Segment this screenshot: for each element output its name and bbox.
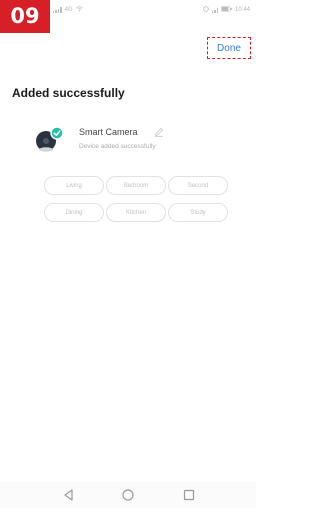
room-chip-label: Living	[66, 182, 82, 189]
step-badge: 09	[0, 0, 50, 33]
status-right: 10:44	[203, 6, 250, 14]
page-title: Added successfully	[12, 86, 125, 100]
home-icon[interactable]	[121, 488, 135, 502]
cell-signal-icon	[211, 7, 218, 13]
battery-icon	[220, 6, 232, 14]
room-chip-label: Dining	[65, 209, 83, 216]
room-chip-second[interactable]: Second	[168, 176, 228, 195]
recents-icon[interactable]	[182, 488, 196, 502]
device-name: Smart Camera	[79, 127, 138, 137]
network-type: 4G	[64, 7, 73, 13]
room-chip-bedroom[interactable]: Bedroom	[106, 176, 166, 195]
done-highlight: Done	[207, 37, 251, 59]
status-bar: 4G 10:44	[50, 0, 256, 20]
room-chip-study[interactable]: Study	[168, 203, 228, 222]
device-row: Smart Camera Device added successfully	[33, 120, 233, 156]
room-chip-label: Kitchen	[125, 209, 146, 216]
device-status: Device added successfully	[79, 143, 156, 150]
room-chip-label: Bedroom	[123, 182, 149, 189]
room-chip-dining[interactable]: Dining	[44, 203, 104, 222]
room-chip-label: Study	[190, 209, 206, 216]
camera-with-check-icon	[36, 126, 64, 152]
back-icon[interactable]	[62, 488, 76, 502]
room-chip-label: Second	[187, 182, 209, 189]
signal-icon	[53, 7, 62, 13]
done-button[interactable]: Done	[217, 43, 241, 54]
clock: 10:44	[234, 7, 250, 13]
room-chip-kitchen[interactable]: Kitchen	[106, 203, 166, 222]
alarm-icon	[203, 6, 209, 14]
edit-icon[interactable]	[154, 127, 164, 137]
nav-bar	[0, 482, 256, 508]
status-left: 4G	[53, 6, 83, 14]
room-chip-living[interactable]: Living	[44, 176, 104, 195]
wifi-icon	[75, 6, 83, 14]
